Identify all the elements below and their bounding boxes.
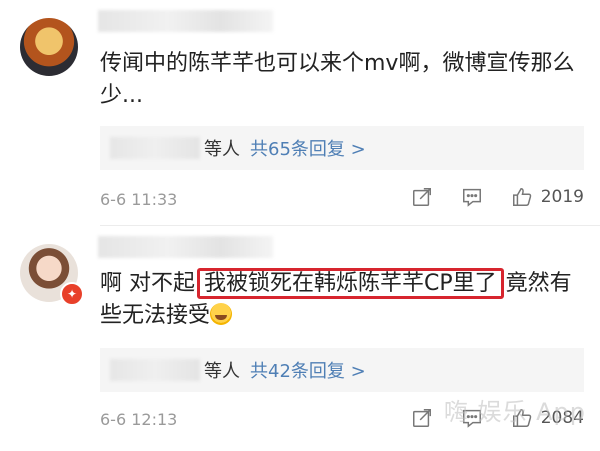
replies-summary[interactable]: 等人 共65条回复 >: [100, 126, 584, 170]
like-icon[interactable]: [509, 184, 535, 210]
reply-suffix: 等人: [204, 139, 240, 160]
timestamp: 6-6 11:33: [100, 190, 178, 209]
comment-text: 啊 对不起 我被锁死在韩烁陈芊芊CP里了 竟然有些无法接受: [100, 268, 580, 332]
comment-icon[interactable]: [459, 405, 485, 431]
avatar[interactable]: [20, 18, 78, 76]
comment-text-before: 啊 对不起: [100, 271, 195, 296]
comment-actions: 2084: [385, 405, 584, 431]
comment-actions: 2019: [385, 184, 584, 210]
like-count: 2019: [540, 187, 584, 207]
laughing-emoji-icon: [210, 303, 233, 325]
comment-1: 传闻中的陈芊芊也可以来个mv啊，微博宣传那么少... 等人 共65条回复 > 6…: [0, 0, 600, 226]
comment-icon[interactable]: [459, 184, 485, 210]
replies-summary[interactable]: 等人 共42条回复 >: [100, 348, 584, 392]
reply-suffix: 等人: [204, 361, 240, 382]
comment-text: 传闻中的陈芊芊也可以来个mv啊，微博宣传那么少...: [100, 51, 575, 108]
highlighted-text: 我被锁死在韩烁陈芊芊CP里了: [197, 268, 504, 299]
reply-usernames-blurred: [110, 137, 200, 159]
timestamp: 6-6 12:13: [100, 410, 178, 429]
view-replies-link[interactable]: 共65条回复 >: [250, 135, 366, 161]
reply-usernames-blurred: [110, 359, 200, 381]
username-blurred[interactable]: [98, 236, 273, 258]
like-count: 2084: [540, 408, 584, 428]
share-icon[interactable]: [409, 405, 435, 431]
like-icon[interactable]: [509, 405, 535, 431]
username-blurred[interactable]: [98, 10, 273, 32]
verified-badge-icon: ✦: [60, 282, 84, 306]
view-replies-link[interactable]: 共42条回复 >: [250, 357, 366, 383]
comment-2: ✦ 啊 对不起 我被锁死在韩烁陈芊芊CP里了 竟然有些无法接受 等人 共42条回复 …: [0, 226, 600, 451]
share-icon[interactable]: [409, 184, 435, 210]
